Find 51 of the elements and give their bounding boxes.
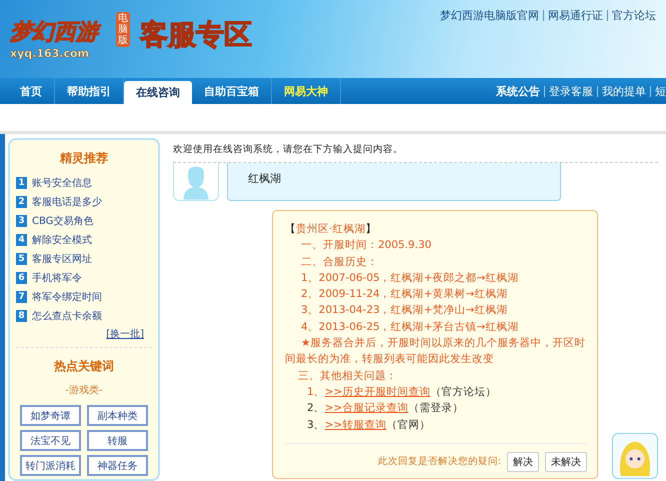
header-link[interactable]: 网易通行证 [543, 10, 603, 21]
keyword-button[interactable]: 转门派消耗 [20, 455, 81, 476]
keyword-button[interactable]: 如梦奇谭 [20, 405, 81, 426]
nav-link[interactable]: 短 [650, 86, 666, 96]
header-link[interactable]: 梦幻西游电脑版官网 [440, 10, 539, 21]
recommend-item[interactable]: 4 解除安全模式 [16, 230, 152, 249]
question-line: 2、>>合服记录查询（需登录） [306, 401, 464, 416]
recommend-item[interactable]: 3 CBG交易角色 [16, 211, 152, 230]
page-title: 客服专区 [140, 17, 252, 53]
recommend-item[interactable]: 1 账号安全信息 [16, 173, 152, 192]
nav-tab[interactable]: 网易大神 [272, 78, 341, 104]
question-line: 3、>>转服查询（官网） [306, 418, 432, 433]
edition-badge: 电脑版 [116, 12, 130, 47]
reply-line: 1、2007-06-05，红枫湖+夜郎之都→红枫湖 [300, 270, 520, 286]
category-label: -游戏类- [64, 384, 104, 397]
reply-line: 二、合服历史： [300, 254, 379, 270]
nav-link[interactable]: 登录客服 [544, 86, 593, 96]
reply-line: 3、2013-04-23，红枫湖+梵净山→红枫湖 [300, 303, 508, 318]
feedback-button[interactable]: 解决 [507, 452, 539, 472]
recommend-item[interactable]: 7 将军令绑定时间 [16, 287, 152, 306]
logo-domain: xyq.163.com [10, 46, 89, 60]
keyword-button[interactable]: 副本种类 [87, 405, 148, 426]
nav-link[interactable]: 我的提单 [597, 86, 646, 96]
recommend-item[interactable]: 6 手机将军令 [16, 268, 152, 287]
recommend-item[interactable]: 2 客服电话是多少 [16, 192, 152, 211]
header-link[interactable]: 官方论坛 [607, 10, 656, 21]
reply-line: 2、2009-11-24，红枫湖+黄果树→红枫湖 [300, 287, 508, 302]
game-logo[interactable]: 梦幻西游 xyq.163.com 电脑版 [10, 4, 130, 72]
reply-line: 【贵州区·红枫湖】 [285, 222, 378, 237]
user-avatar [173, 163, 219, 201]
reply-line: 一、开服时间：2005.9.30 [300, 238, 432, 254]
user-message: 红枫湖 [227, 163, 561, 201]
nav-tab[interactable]: 首页 [8, 78, 55, 104]
reply-line: 三、其他相关问题： [297, 368, 398, 384]
refresh-link[interactable]: [换一批] [16, 325, 152, 348]
question-line: 1、>>历史开服时间查询（官方论坛） [306, 384, 498, 400]
recommend-item[interactable]: 8 怎么查点卡余额 [16, 306, 152, 325]
reply-line: 4、2013-06-25，红枫湖+茅台古镇→红枫湖 [300, 320, 520, 335]
keyword-button[interactable]: 法宝不见 [20, 430, 81, 451]
section-title: 精灵推荐 [58, 150, 109, 167]
nav-tab[interactable]: 自助百宝箱 [192, 78, 272, 104]
feedback-button[interactable]: 未解决 [545, 452, 587, 472]
recommend-item[interactable]: 5 客服专区网址 [16, 249, 152, 268]
nav-link[interactable]: 系统公告 [496, 86, 540, 96]
reply-line: ★服务器合并后，开服时间以原来的几个服务器中，开区时间最长的为准，转服列表可能因此发生改变 [285, 336, 586, 368]
nav-tab[interactable]: 在线咨询 [124, 81, 192, 104]
section-title: 热点关键词 [52, 358, 115, 375]
keyword-button[interactable]: 转服 [87, 430, 148, 451]
keyword-button[interactable]: 神器任务 [87, 455, 148, 476]
feedback-question: 此次回复是否解决您的疑问: [378, 454, 501, 469]
assistant-avatar-icon [612, 432, 658, 479]
